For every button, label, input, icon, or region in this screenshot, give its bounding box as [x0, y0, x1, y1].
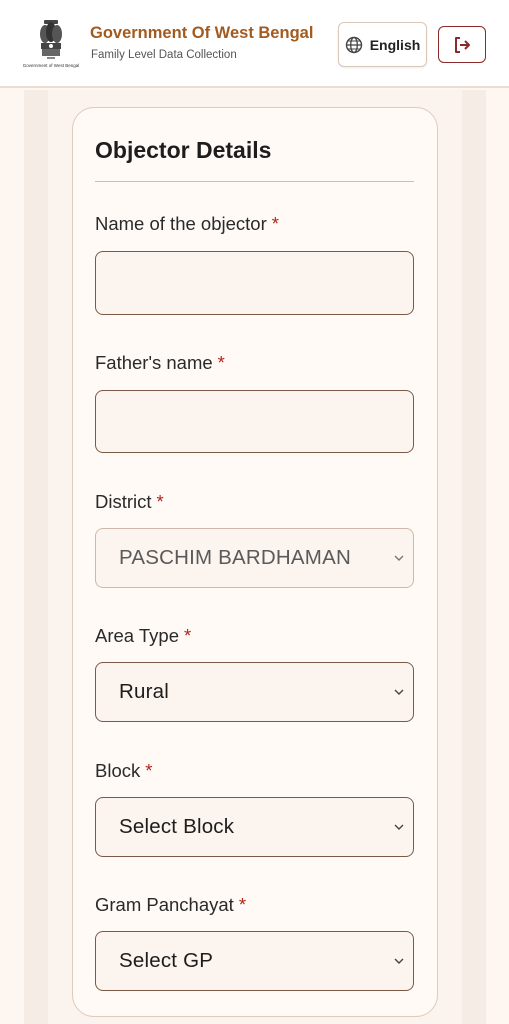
- language-button[interactable]: English: [338, 22, 427, 67]
- app-title: Government Of West Bengal: [90, 24, 314, 42]
- area-type-label: Area Type *: [95, 625, 192, 646]
- globe-icon: [345, 36, 362, 53]
- chevron-down-icon: [394, 555, 404, 561]
- gram-panchayat-select[interactable]: Select GP: [95, 931, 414, 991]
- required-mark: *: [156, 491, 164, 512]
- gram-panchayat-value: Select GP: [119, 949, 214, 972]
- emblem-caption: Government of West Bengal: [22, 63, 80, 68]
- district-label: District *: [95, 491, 164, 512]
- required-mark: *: [184, 625, 192, 646]
- required-mark: *: [145, 760, 153, 781]
- objector-name-input[interactable]: [95, 251, 414, 315]
- area-type-select[interactable]: Rural: [95, 662, 414, 722]
- gram-panchayat-label: Gram Panchayat *: [95, 894, 247, 915]
- section-title: Objector Details: [95, 137, 272, 163]
- section-divider: [95, 181, 414, 182]
- father-name-input[interactable]: [95, 390, 414, 453]
- chevron-down-icon: [394, 824, 404, 830]
- block-select[interactable]: Select Block: [95, 797, 414, 857]
- required-mark: *: [238, 894, 247, 915]
- required-mark: *: [217, 352, 225, 373]
- chevron-down-icon: [394, 689, 404, 695]
- father-name-label: Father's name *: [95, 352, 225, 373]
- logout-button[interactable]: [438, 26, 486, 63]
- block-value: Select Block: [119, 815, 235, 838]
- objector-name-label: Name of the objector *: [95, 213, 279, 234]
- area-type-value: Rural: [119, 680, 169, 703]
- required-mark: *: [271, 213, 279, 234]
- district-select[interactable]: PASCHIM BARDHAMAN: [95, 528, 414, 588]
- chevron-down-icon: [394, 958, 404, 964]
- app-header: Government of West Bengal Government Of …: [0, 0, 509, 88]
- block-label: Block *: [95, 760, 153, 781]
- logout-icon: [455, 36, 470, 53]
- district-value: PASCHIM BARDHAMAN: [119, 546, 351, 569]
- language-label: English: [369, 36, 421, 53]
- app-subtitle: Family Level Data Collection: [91, 49, 237, 61]
